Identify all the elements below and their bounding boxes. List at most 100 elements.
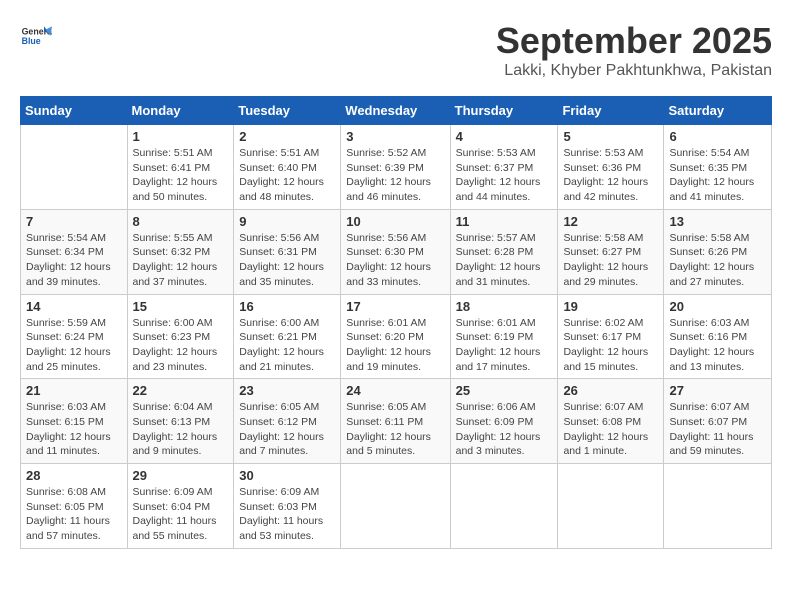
day-number: 10 (346, 214, 444, 229)
day-number: 18 (456, 299, 553, 314)
day-content: Sunrise: 6:07 AMSunset: 6:08 PMDaylight:… (563, 400, 658, 459)
column-header-thursday: Thursday (450, 97, 558, 125)
day-cell: 9 Sunrise: 5:56 AMSunset: 6:31 PMDaylight… (234, 209, 341, 294)
week-row-3: 14 Sunrise: 5:59 AMSunset: 6:24 PMDayligh… (21, 294, 772, 379)
day-number: 12 (563, 214, 658, 229)
svg-text:Blue: Blue (22, 36, 41, 46)
day-number: 9 (239, 214, 335, 229)
day-number: 19 (563, 299, 658, 314)
logo-icon: General Blue (20, 20, 52, 52)
day-cell: 1 Sunrise: 5:51 AMSunset: 6:41 PMDaylight… (127, 125, 234, 210)
day-number: 26 (563, 383, 658, 398)
day-cell: 16 Sunrise: 6:00 AMSunset: 6:21 PMDayligh… (234, 294, 341, 379)
day-cell: 27Sunrise: 6:07 AMSunset: 6:07 PMDayligh… (664, 379, 772, 464)
day-cell: 13 Sunrise: 5:58 AMSunset: 6:26 PMDayligh… (664, 209, 772, 294)
day-content: Sunrise: 6:05 AMSunset: 6:12 PMDaylight:… (239, 400, 335, 459)
week-row-5: 28 Sunrise: 6:08 AMSunset: 6:05 PMDayligh… (21, 464, 772, 549)
day-number: 6 (669, 129, 766, 144)
day-content: Sunrise: 6:05 AMSunset: 6:11 PMDaylight:… (346, 400, 444, 459)
day-cell: 24 Sunrise: 6:05 AMSunset: 6:11 PMDayligh… (341, 379, 450, 464)
day-number: 21 (26, 383, 122, 398)
day-content: Sunrise: 5:51 AMSunset: 6:40 PMDaylight:… (239, 146, 335, 205)
day-cell: 17 Sunrise: 6:01 AMSunset: 6:20 PMDayligh… (341, 294, 450, 379)
day-cell: 25 Sunrise: 6:06 AMSunset: 6:09 PMDayligh… (450, 379, 558, 464)
logo: General Blue (20, 20, 56, 52)
day-number: 7 (26, 214, 122, 229)
day-number: 13 (669, 214, 766, 229)
day-cell: 6 Sunrise: 5:54 AMSunset: 6:35 PMDaylight… (664, 125, 772, 210)
day-number: 25 (456, 383, 553, 398)
day-number: 24 (346, 383, 444, 398)
day-content: Sunrise: 5:53 AMSunset: 6:36 PMDaylight:… (563, 146, 658, 205)
day-cell: 18 Sunrise: 6:01 AMSunset: 6:19 PMDayligh… (450, 294, 558, 379)
day-number: 8 (133, 214, 229, 229)
day-number: 15 (133, 299, 229, 314)
calendar-body: 1 Sunrise: 5:51 AMSunset: 6:41 PMDaylight… (21, 125, 772, 549)
column-header-saturday: Saturday (664, 97, 772, 125)
day-content: Sunrise: 5:53 AMSunset: 6:37 PMDaylight:… (456, 146, 553, 205)
day-cell: 2 Sunrise: 5:51 AMSunset: 6:40 PMDaylight… (234, 125, 341, 210)
column-header-wednesday: Wednesday (341, 97, 450, 125)
day-number: 22 (133, 383, 229, 398)
calendar-header-row: SundayMondayTuesdayWednesdayThursdayFrid… (21, 97, 772, 125)
day-content: Sunrise: 5:51 AMSunset: 6:41 PMDaylight:… (133, 146, 229, 205)
day-content: Sunrise: 5:56 AMSunset: 6:30 PMDaylight:… (346, 231, 444, 290)
day-cell: 7 Sunrise: 5:54 AMSunset: 6:34 PMDaylight… (21, 209, 128, 294)
day-content: Sunrise: 5:58 AMSunset: 6:26 PMDaylight:… (669, 231, 766, 290)
day-cell: 29Sunrise: 6:09 AMSunset: 6:04 PMDayligh… (127, 464, 234, 549)
day-content: Sunrise: 6:02 AMSunset: 6:17 PMDaylight:… (563, 316, 658, 375)
title-section: September 2025 Lakki, Khyber Pakhtunkhwa… (496, 20, 772, 80)
day-content: Sunrise: 6:08 AMSunset: 6:05 PMDaylight:… (26, 485, 122, 544)
day-content: Sunrise: 5:57 AMSunset: 6:28 PMDaylight:… (456, 231, 553, 290)
day-number: 3 (346, 129, 444, 144)
day-number: 14 (26, 299, 122, 314)
day-content: Sunrise: 5:58 AMSunset: 6:27 PMDaylight:… (563, 231, 658, 290)
day-number: 27 (669, 383, 766, 398)
day-content: Sunrise: 5:54 AMSunset: 6:35 PMDaylight:… (669, 146, 766, 205)
day-content: Sunrise: 5:56 AMSunset: 6:31 PMDaylight:… (239, 231, 335, 290)
location-title: Lakki, Khyber Pakhtunkhwa, Pakistan (496, 62, 772, 80)
day-content: Sunrise: 6:01 AMSunset: 6:19 PMDaylight:… (456, 316, 553, 375)
day-number: 2 (239, 129, 335, 144)
day-cell: 20 Sunrise: 6:03 AMSunset: 6:16 PMDayligh… (664, 294, 772, 379)
day-cell: 28 Sunrise: 6:08 AMSunset: 6:05 PMDayligh… (21, 464, 128, 549)
day-cell: 21 Sunrise: 6:03 AMSunset: 6:15 PMDayligh… (21, 379, 128, 464)
day-content: Sunrise: 5:52 AMSunset: 6:39 PMDaylight:… (346, 146, 444, 205)
column-header-friday: Friday (558, 97, 664, 125)
day-number: 5 (563, 129, 658, 144)
day-content: Sunrise: 6:03 AMSunset: 6:16 PMDaylight:… (669, 316, 766, 375)
day-cell: 8 Sunrise: 5:55 AMSunset: 6:32 PMDaylight… (127, 209, 234, 294)
day-cell (664, 464, 772, 549)
day-number: 11 (456, 214, 553, 229)
day-cell: 10 Sunrise: 5:56 AMSunset: 6:30 PMDayligh… (341, 209, 450, 294)
column-header-tuesday: Tuesday (234, 97, 341, 125)
day-cell: 22Sunrise: 6:04 AMSunset: 6:13 PMDayligh… (127, 379, 234, 464)
day-content: Sunrise: 6:06 AMSunset: 6:09 PMDaylight:… (456, 400, 553, 459)
day-cell (21, 125, 128, 210)
day-cell (558, 464, 664, 549)
day-content: Sunrise: 6:09 AMSunset: 6:04 PMDaylight:… (133, 485, 229, 544)
day-cell: 11 Sunrise: 5:57 AMSunset: 6:28 PMDayligh… (450, 209, 558, 294)
day-content: Sunrise: 6:01 AMSunset: 6:20 PMDaylight:… (346, 316, 444, 375)
day-cell: 14 Sunrise: 5:59 AMSunset: 6:24 PMDayligh… (21, 294, 128, 379)
column-header-monday: Monday (127, 97, 234, 125)
day-content: Sunrise: 5:59 AMSunset: 6:24 PMDaylight:… (26, 316, 122, 375)
day-cell: 5 Sunrise: 5:53 AMSunset: 6:36 PMDaylight… (558, 125, 664, 210)
week-row-2: 7 Sunrise: 5:54 AMSunset: 6:34 PMDaylight… (21, 209, 772, 294)
day-number: 20 (669, 299, 766, 314)
day-number: 30 (239, 468, 335, 483)
day-number: 16 (239, 299, 335, 314)
day-cell: 23Sunrise: 6:05 AMSunset: 6:12 PMDayligh… (234, 379, 341, 464)
day-number: 28 (26, 468, 122, 483)
day-cell: 3 Sunrise: 5:52 AMSunset: 6:39 PMDaylight… (341, 125, 450, 210)
day-content: Sunrise: 6:03 AMSunset: 6:15 PMDaylight:… (26, 400, 122, 459)
day-number: 17 (346, 299, 444, 314)
day-content: Sunrise: 6:00 AMSunset: 6:23 PMDaylight:… (133, 316, 229, 375)
day-cell (341, 464, 450, 549)
day-content: Sunrise: 5:55 AMSunset: 6:32 PMDaylight:… (133, 231, 229, 290)
day-content: Sunrise: 5:54 AMSunset: 6:34 PMDaylight:… (26, 231, 122, 290)
day-number: 4 (456, 129, 553, 144)
day-content: Sunrise: 6:00 AMSunset: 6:21 PMDaylight:… (239, 316, 335, 375)
day-cell (450, 464, 558, 549)
day-number: 1 (133, 129, 229, 144)
